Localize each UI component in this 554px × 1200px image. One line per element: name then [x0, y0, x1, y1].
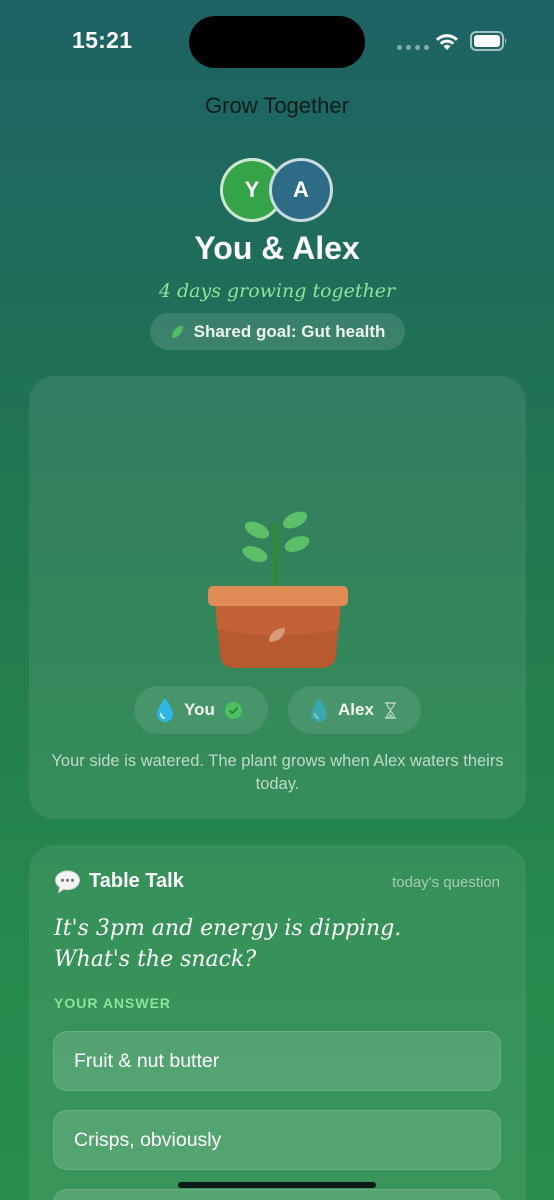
battery-icon — [470, 31, 507, 51]
table-talk-subtitle: today's question — [392, 874, 500, 891]
shared-goal-badge[interactable]: Shared goal: Gut health — [150, 313, 405, 350]
water-drop-icon — [311, 698, 327, 722]
answer-section-label: YOUR ANSWER — [54, 995, 172, 1011]
answer-option-partial[interactable] — [53, 1189, 501, 1200]
wifi-icon — [436, 34, 458, 50]
pair-avatars: Y A — [220, 158, 336, 224]
dynamic-island — [189, 16, 365, 68]
avatar-partner: A — [269, 158, 333, 222]
table-talk-title: Table Talk — [89, 870, 184, 892]
streak-text: 4 days growing together — [158, 280, 396, 302]
water-partner-label: Alex — [338, 700, 374, 719]
page-title: Grow Together — [205, 93, 349, 118]
plant-card: You Alex Your side is watered. The plant… — [29, 376, 526, 819]
home-indicator[interactable] — [178, 1182, 376, 1188]
status-time: 15:21 — [72, 27, 133, 53]
plant-status-message: Your side is watered. The plant grows wh… — [51, 752, 504, 793]
speech-bubble-icon — [54, 870, 81, 894]
daily-question: It's 3pm and energy is dipping. What's t… — [54, 916, 402, 972]
shared-goal-label: Shared goal: Gut health — [193, 321, 386, 341]
water-partner-status: Alex — [288, 686, 421, 734]
table-talk-header: Table Talk — [54, 869, 184, 894]
water-drop-icon — [157, 698, 173, 722]
pair-names: You & Alex — [194, 230, 360, 266]
status-bar: 15:21 — [0, 0, 554, 84]
water-you-button[interactable]: You — [134, 686, 268, 734]
potted-plant-illustration — [208, 511, 348, 668]
watering-status-row: You Alex — [29, 686, 526, 734]
cellular-signal-icon — [397, 45, 429, 50]
check-icon — [224, 701, 242, 719]
hourglass-icon — [384, 701, 397, 719]
answer-option[interactable]: Crisps, obviously — [53, 1110, 501, 1170]
table-talk-card: Table Talk today's question It's 3pm and… — [29, 845, 526, 1200]
answer-option[interactable]: Fruit & nut butter — [53, 1031, 501, 1091]
leaf-icon — [171, 325, 183, 338]
water-you-label: You — [184, 700, 215, 719]
